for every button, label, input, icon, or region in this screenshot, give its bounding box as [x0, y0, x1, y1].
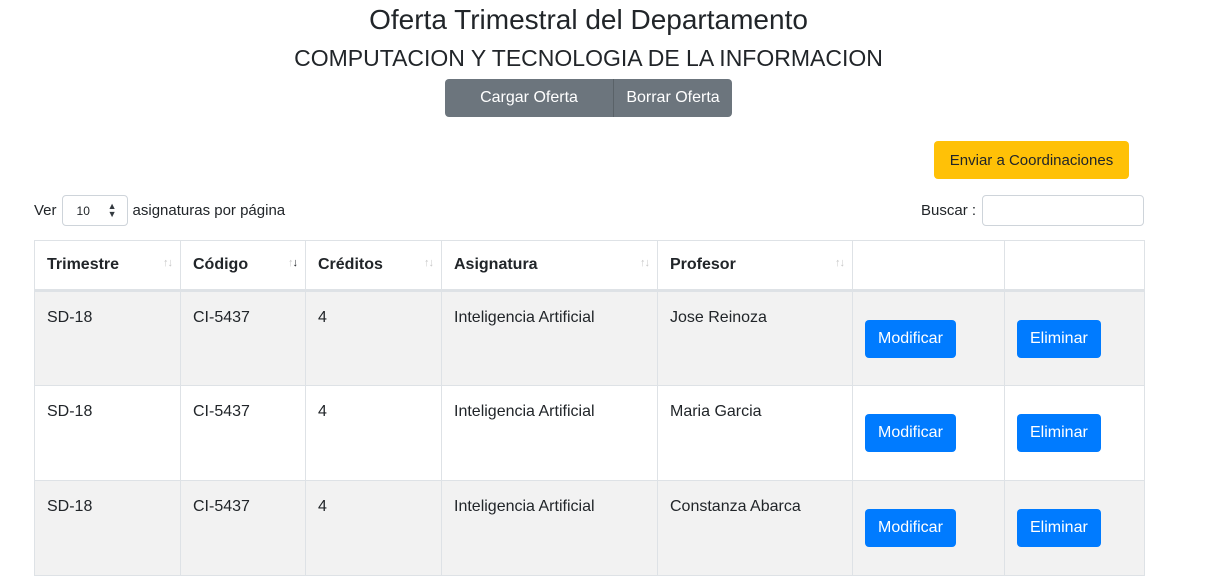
sort-arrows-icon: ↑↓ — [835, 257, 845, 269]
page-title: Oferta Trimestral del Departamento — [369, 4, 808, 35]
sort-arrows-icon: ↑↓ — [424, 257, 434, 269]
cell-delete: Eliminar — [1004, 385, 1145, 481]
cell-creditos: 4 — [305, 290, 442, 386]
modify-button[interactable]: Modificar — [865, 414, 956, 452]
select-arrows-icon: ▲ ▼ — [107, 201, 117, 219]
modify-button[interactable]: Modificar — [865, 509, 956, 547]
table-row: SD-18 CI-5437 4 Inteligencia Artificial … — [34, 290, 1145, 386]
table-row: SD-18 CI-5437 4 Inteligencia Artificial … — [34, 480, 1145, 576]
cell-delete: Eliminar — [1004, 290, 1145, 386]
offer-table: Trimestre ↑↓ Código ↑↓ Créditos ↑↓ Asign… — [34, 240, 1145, 576]
delete-button[interactable]: Eliminar — [1017, 320, 1101, 358]
sort-arrows-icon: ↑↓ — [288, 257, 298, 269]
search-input[interactable] — [982, 195, 1145, 226]
length-prefix-label: Ver — [34, 202, 57, 219]
cell-creditos: 4 — [305, 480, 442, 576]
cell-codigo: CI-5437 — [180, 385, 306, 481]
cell-asignatura: Inteligencia Artificial — [441, 290, 658, 386]
cell-trimestre: SD-18 — [34, 385, 181, 481]
table-header-row: Trimestre ↑↓ Código ↑↓ Créditos ↑↓ Asign… — [34, 240, 1145, 292]
column-header-trimestre[interactable]: Trimestre ↑↓ — [34, 240, 181, 292]
search-label: Buscar : — [921, 202, 977, 219]
cell-modify: Modificar — [852, 480, 1005, 576]
cell-codigo: CI-5437 — [180, 290, 306, 386]
length-suffix-label: asignaturas por página — [132, 202, 286, 219]
column-header-profesor[interactable]: Profesor ↑↓ — [657, 240, 853, 292]
column-header-delete — [1004, 240, 1145, 292]
cell-trimestre: SD-18 — [34, 290, 181, 386]
column-header-codigo[interactable]: Código ↑↓ — [180, 240, 306, 292]
cell-modify: Modificar — [852, 290, 1005, 386]
page-length-control: Ver 10 ▲ ▼ asignaturas por página — [34, 195, 285, 226]
cell-codigo: CI-5437 — [180, 480, 306, 576]
sort-arrows-icon: ↑↓ — [640, 257, 650, 269]
cell-trimestre: SD-18 — [34, 480, 181, 576]
cell-creditos: 4 — [305, 385, 442, 481]
column-header-asignatura[interactable]: Asignatura ↑↓ — [441, 240, 658, 292]
page: Oferta Trimestral del Departamento COMPU… — [0, 0, 1220, 586]
delete-offer-button[interactable]: Borrar Oferta — [614, 79, 732, 117]
cell-profesor: Maria Garcia — [657, 385, 853, 481]
offer-button-group: Cargar Oferta Previa Borrar Oferta — [445, 79, 732, 144]
cell-asignatura: Inteligencia Artificial — [441, 480, 658, 576]
delete-button[interactable]: Eliminar — [1017, 509, 1101, 547]
cell-profesor: Jose Reinoza — [657, 290, 853, 386]
cell-profesor: Constanza Abarca — [657, 480, 853, 576]
send-to-coordinations-button[interactable]: Enviar a Coordinaciones — [934, 141, 1129, 179]
sort-arrows-icon: ↑↓ — [163, 257, 173, 269]
search-control: Buscar : — [921, 195, 1145, 226]
column-header-creditos[interactable]: Créditos ↑↓ — [305, 240, 442, 292]
column-header-modify — [852, 240, 1005, 292]
department-name: COMPUTACION Y TECNOLOGIA DE LA INFORMACI… — [294, 45, 883, 71]
page-length-value: 10 — [76, 203, 90, 218]
cell-asignatura: Inteligencia Artificial — [441, 385, 658, 481]
cell-modify: Modificar — [852, 385, 1005, 481]
modify-button[interactable]: Modificar — [865, 320, 956, 358]
load-previous-offer-button[interactable]: Cargar Oferta Previa — [445, 79, 614, 144]
table-row: SD-18 CI-5437 4 Inteligencia Artificial … — [34, 385, 1145, 481]
delete-button[interactable]: Eliminar — [1017, 414, 1101, 452]
page-length-select[interactable]: 10 ▲ ▼ — [61, 195, 128, 226]
cell-delete: Eliminar — [1004, 480, 1145, 576]
